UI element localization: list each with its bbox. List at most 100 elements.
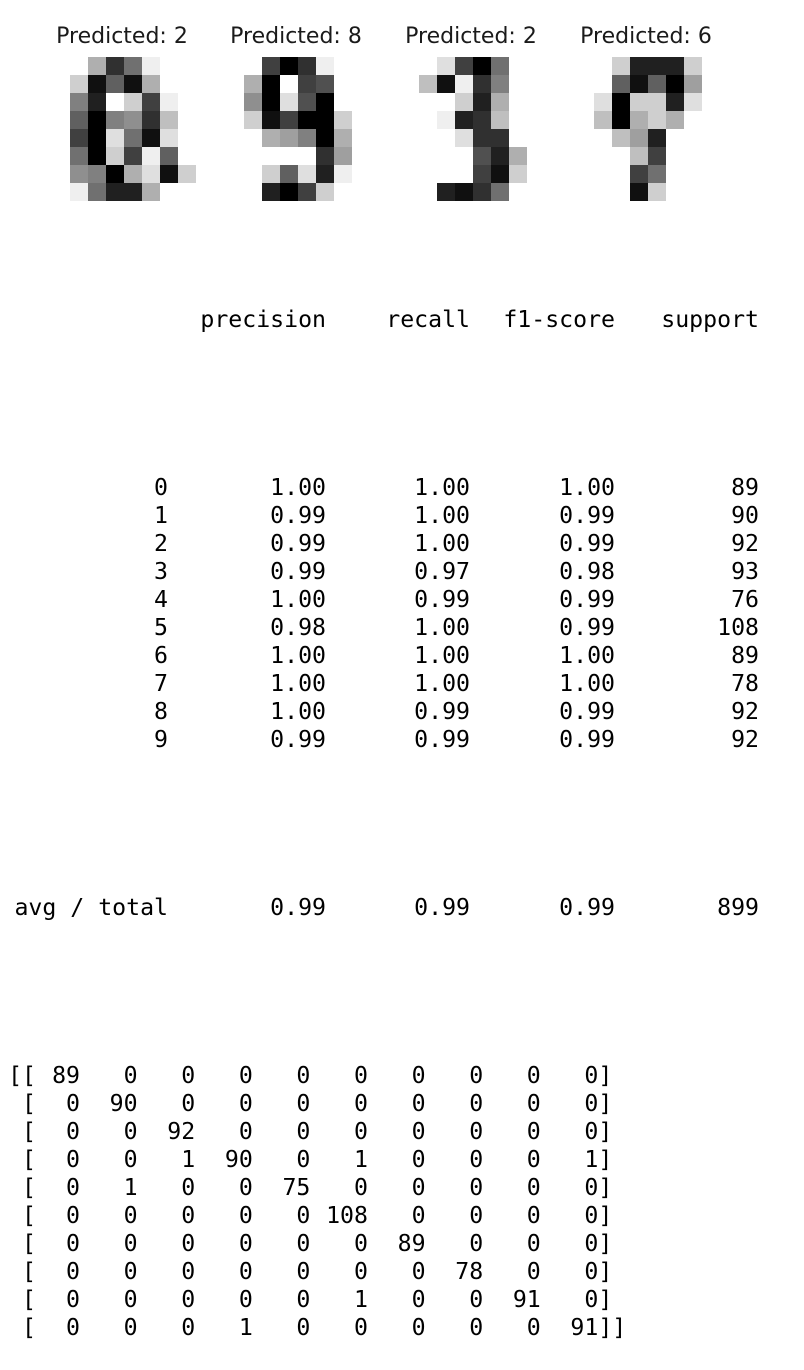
digit-pixel bbox=[527, 75, 545, 93]
digit-pixel bbox=[280, 147, 298, 165]
digit-pixel bbox=[401, 93, 419, 111]
digit-pixel bbox=[612, 75, 630, 93]
recall-value: 1.00 bbox=[414, 642, 470, 669]
recall-value: 0.99 bbox=[414, 698, 470, 725]
digit-pixel bbox=[226, 147, 244, 165]
digit-pixel bbox=[124, 165, 142, 183]
digit-pixel bbox=[334, 111, 352, 129]
support-value: 78 bbox=[731, 670, 759, 697]
digit-pixel bbox=[106, 183, 124, 201]
precision-value: 1.00 bbox=[270, 474, 326, 501]
matrix-cell: 0 bbox=[296, 1202, 311, 1229]
support-value: 90 bbox=[731, 502, 759, 529]
digit-pixel bbox=[594, 93, 612, 111]
matrix-bracket: [ bbox=[22, 1118, 36, 1145]
matrix-cell: 0 bbox=[181, 1090, 196, 1117]
report-row: 9 0.99 0.99 0.99 92 bbox=[0, 726, 804, 754]
digit-pixel bbox=[352, 183, 370, 201]
digit-title: Predicted: 6 bbox=[580, 24, 712, 49]
matrix-cell: 0 bbox=[584, 1258, 599, 1285]
digit-pixel bbox=[316, 75, 334, 93]
digit-pixel bbox=[316, 111, 334, 129]
digit-pixel bbox=[576, 75, 594, 93]
digit-pixel bbox=[142, 57, 160, 75]
digit-pixel bbox=[88, 75, 106, 93]
digit-pixel bbox=[648, 75, 666, 93]
digit-pixel bbox=[70, 93, 88, 111]
digit-pixel bbox=[473, 165, 491, 183]
digit-pixel bbox=[491, 75, 509, 93]
digit-pixel bbox=[106, 93, 124, 111]
digit-pixel bbox=[88, 93, 106, 111]
digit-pixel bbox=[630, 75, 648, 93]
digit-pixel bbox=[630, 147, 648, 165]
matrix-cell: 0 bbox=[411, 1202, 426, 1229]
digit-pixel bbox=[648, 57, 666, 75]
recall-value: 0.97 bbox=[414, 558, 470, 585]
total-precision: 0.99 bbox=[270, 894, 326, 921]
digit-pixel bbox=[419, 75, 437, 93]
digit-pixel bbox=[352, 111, 370, 129]
digit-pixel bbox=[612, 93, 630, 111]
matrix-cell: 0 bbox=[354, 1090, 368, 1117]
digit-pixel bbox=[648, 183, 666, 201]
digit-pixel bbox=[244, 147, 262, 165]
matrix-cell: 1 bbox=[584, 1146, 599, 1173]
matrix-cell: 0 bbox=[354, 1062, 368, 1089]
digit-pixel bbox=[473, 111, 491, 129]
digit-pixel bbox=[527, 111, 545, 129]
digit-pixel bbox=[160, 129, 178, 147]
digit-pixel bbox=[509, 57, 527, 75]
matrix-cell: 0 bbox=[411, 1286, 426, 1313]
matrix-cell: 89 bbox=[397, 1230, 426, 1257]
matrix-cell: 0 bbox=[181, 1286, 196, 1313]
digit-image bbox=[226, 57, 370, 201]
digit-pixel bbox=[142, 165, 160, 183]
precision-value: 1.00 bbox=[270, 586, 326, 613]
digit-pixel bbox=[298, 165, 316, 183]
matrix-cell: 0 bbox=[526, 1314, 541, 1341]
digit-pixel bbox=[142, 93, 160, 111]
digit-pixel bbox=[455, 111, 473, 129]
precision-value: 0.99 bbox=[270, 558, 326, 585]
class-label: 3 bbox=[154, 558, 168, 585]
f1-score-value: 0.99 bbox=[559, 502, 615, 529]
digit-pixel bbox=[527, 147, 545, 165]
digit-pixel bbox=[352, 93, 370, 111]
digit-pixel bbox=[316, 165, 334, 183]
digit-pixel bbox=[124, 129, 142, 147]
matrix-cell: 92 bbox=[167, 1118, 196, 1145]
digit-pixel bbox=[142, 111, 160, 129]
digit-pixel bbox=[52, 75, 70, 93]
recall-value: 1.00 bbox=[414, 670, 470, 697]
class-label: 4 bbox=[154, 586, 168, 613]
matrix-cell: 0 bbox=[469, 1146, 484, 1173]
digit-pixel bbox=[612, 183, 630, 201]
matrix-row: [0 0 1 90 0 1 0 0 0 1] bbox=[0, 1146, 804, 1174]
f1-score-value: 0.98 bbox=[559, 558, 615, 585]
digit-pixel bbox=[509, 147, 527, 165]
matrix-cell: 0 bbox=[238, 1258, 253, 1285]
class-label: 1 bbox=[154, 502, 168, 529]
digit-pixel bbox=[648, 93, 666, 111]
digit-pixel bbox=[576, 183, 594, 201]
report-row: 4 1.00 0.99 0.99 76 bbox=[0, 586, 804, 614]
matrix-bracket: ]] bbox=[598, 1314, 627, 1341]
class-label: 0 bbox=[154, 474, 168, 501]
digit-pixel bbox=[702, 165, 720, 183]
digit-pixel bbox=[630, 93, 648, 111]
total-support: 899 bbox=[717, 894, 759, 921]
digit-pixel bbox=[509, 183, 527, 201]
digit-pixel bbox=[401, 57, 419, 75]
digit-pixel bbox=[576, 57, 594, 75]
report-row: 5 0.98 1.00 0.99 108 bbox=[0, 614, 804, 642]
report-row: 3 0.99 0.97 0.98 93 bbox=[0, 558, 804, 586]
report-header: precision recall f1-score support bbox=[0, 306, 804, 334]
matrix-cell: 0 bbox=[66, 1118, 80, 1145]
precision-value: 1.00 bbox=[270, 698, 326, 725]
matrix-bracket: [ bbox=[22, 1202, 36, 1229]
digit-pixel bbox=[178, 75, 196, 93]
digit-pixel bbox=[419, 93, 437, 111]
matrix-bracket: ] bbox=[598, 1146, 613, 1173]
matrix-cell: 0 bbox=[238, 1202, 253, 1229]
